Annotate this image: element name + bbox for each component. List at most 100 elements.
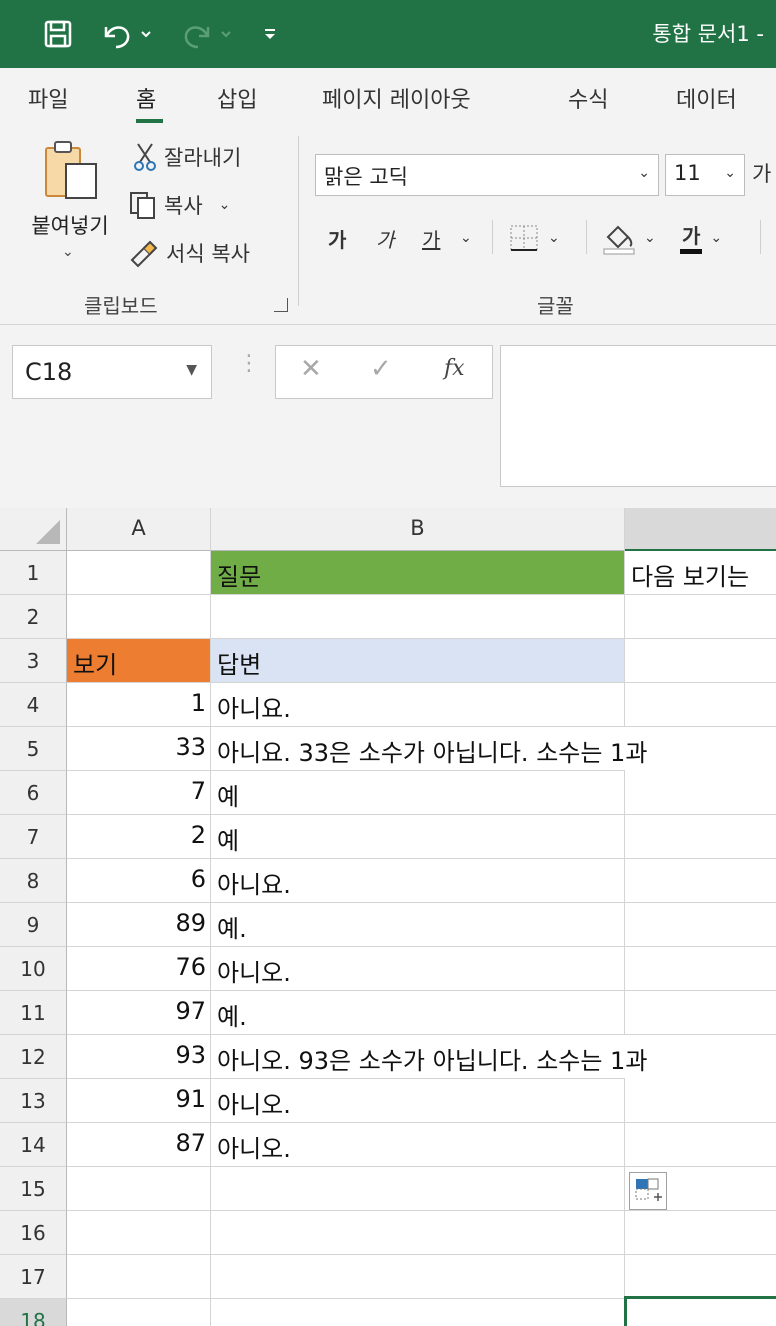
underline-dropdown-chevron-icon[interactable]: ⌄ — [460, 218, 472, 258]
cell-a6[interactable]: 7 — [67, 771, 211, 815]
select-all-button[interactable] — [0, 508, 67, 551]
enter-icon[interactable]: ✓ — [370, 354, 392, 384]
active-cell-c18[interactable] — [624, 1296, 776, 1326]
cell-c8[interactable] — [625, 859, 776, 903]
insert-function-icon[interactable]: fx — [444, 356, 465, 381]
row-header[interactable]: 12 — [0, 1035, 67, 1079]
cell-a2[interactable] — [67, 595, 211, 639]
tab-page-layout[interactable]: 페이지 레이아웃 — [322, 82, 471, 114]
cell-a13[interactable]: 91 — [67, 1079, 211, 1123]
quick-analysis-icon[interactable] — [629, 1172, 667, 1210]
dialog-launcher-icon[interactable] — [274, 298, 288, 312]
cell-c3[interactable] — [625, 639, 776, 683]
row-header[interactable]: 15 — [0, 1167, 67, 1211]
cell-b18[interactable] — [211, 1299, 625, 1326]
cell-c2[interactable] — [625, 595, 776, 639]
cell-a12[interactable]: 93 — [67, 1035, 211, 1079]
row-header[interactable]: 1 — [0, 551, 67, 595]
cut-button[interactable]: 잘라내기 — [132, 142, 241, 172]
save-icon[interactable] — [38, 16, 78, 52]
format-painter-button[interactable]: 서식 복사 — [128, 238, 250, 268]
row-header[interactable]: 5 — [0, 727, 67, 771]
cell-b7[interactable]: 예 — [211, 815, 625, 859]
cell-a11[interactable]: 97 — [67, 991, 211, 1035]
row-header[interactable]: 13 — [0, 1079, 67, 1123]
cell-b6[interactable]: 예 — [211, 771, 625, 815]
cell-a7[interactable]: 2 — [67, 815, 211, 859]
tab-insert[interactable]: 삽입 — [217, 82, 257, 114]
formula-input[interactable] — [500, 345, 776, 487]
cell-a8[interactable]: 6 — [67, 859, 211, 903]
name-box[interactable]: C18 ▼ — [12, 345, 212, 399]
row-header[interactable]: 6 — [0, 771, 67, 815]
cell-a17[interactable] — [67, 1255, 211, 1299]
redo-icon[interactable] — [176, 16, 240, 52]
cell-b12[interactable]: 아니오. 93은 소수가 아닙니다. 소수는 1과 — [211, 1035, 647, 1079]
cell-b13[interactable]: 아니오. — [211, 1079, 625, 1123]
bold-button[interactable]: 가 — [328, 218, 346, 258]
grow-font-button[interactable]: 가 — [752, 158, 771, 188]
copy-button[interactable]: 복사 ⌄ — [128, 190, 230, 220]
tab-data[interactable]: 데이터 — [676, 82, 737, 114]
cell-a3[interactable]: 보기 — [67, 639, 211, 683]
cell-a10[interactable]: 76 — [67, 947, 211, 991]
row-header[interactable]: 9 — [0, 903, 67, 947]
cell-b10[interactable]: 아니오. — [211, 947, 625, 991]
cell-c17[interactable] — [625, 1255, 776, 1299]
splitter-handle-icon[interactable]: ⋮ — [238, 353, 260, 375]
cell-c13[interactable] — [625, 1079, 776, 1123]
cell-b11[interactable]: 예. — [211, 991, 625, 1035]
undo-icon[interactable] — [96, 16, 160, 52]
row-header[interactable]: 11 — [0, 991, 67, 1035]
cell-b2[interactable] — [211, 595, 625, 639]
cell-a5[interactable]: 33 — [67, 727, 211, 771]
row-header[interactable]: 8 — [0, 859, 67, 903]
cell-b16[interactable] — [211, 1211, 625, 1255]
cell-a14[interactable]: 87 — [67, 1123, 211, 1167]
cell-c4[interactable] — [625, 683, 776, 727]
copy-dropdown-chevron-icon[interactable]: ⌄ — [219, 197, 231, 213]
cell-a18[interactable] — [67, 1299, 211, 1326]
tab-formulas[interactable]: 수식 — [568, 82, 608, 114]
tab-home[interactable]: 홈 — [136, 82, 156, 114]
column-header-b[interactable]: B — [211, 508, 625, 551]
cell-c1[interactable]: 다음 보기는 — [625, 551, 776, 595]
tab-file[interactable]: 파일 — [28, 82, 68, 114]
fill-color-button[interactable]: ⌄ — [602, 218, 656, 258]
cell-c16[interactable] — [625, 1211, 776, 1255]
italic-button[interactable]: 가 — [376, 218, 394, 258]
cell-b14[interactable]: 아니오. — [211, 1123, 625, 1167]
cell-a9[interactable]: 89 — [67, 903, 211, 947]
customize-quick-access-icon[interactable] — [256, 16, 284, 52]
row-header[interactable]: 16 — [0, 1211, 67, 1255]
row-header[interactable]: 2 — [0, 595, 67, 639]
row-header[interactable]: 4 — [0, 683, 67, 727]
underline-button[interactable]: 가 — [422, 218, 440, 258]
paste-dropdown-chevron-icon[interactable]: ⌄ — [62, 244, 74, 260]
cell-a16[interactable] — [67, 1211, 211, 1255]
cell-c14[interactable] — [625, 1123, 776, 1167]
row-header[interactable]: 14 — [0, 1123, 67, 1167]
column-header-a[interactable]: A — [67, 508, 211, 551]
borders-button[interactable]: ⌄ — [508, 218, 560, 258]
cell-c7[interactable] — [625, 815, 776, 859]
row-header[interactable]: 10 — [0, 947, 67, 991]
name-box-dropdown-icon[interactable]: ▼ — [186, 362, 197, 378]
cell-c11[interactable] — [625, 991, 776, 1035]
cell-a15[interactable] — [67, 1167, 211, 1211]
cell-c6[interactable] — [625, 771, 776, 815]
cell-b15[interactable] — [211, 1167, 625, 1211]
cancel-icon[interactable]: ✕ — [300, 354, 322, 384]
font-size-select[interactable]: 11 ⌄ — [665, 154, 745, 196]
cell-c9[interactable] — [625, 903, 776, 947]
cell-b17[interactable] — [211, 1255, 625, 1299]
cell-b4[interactable]: 아니요. — [211, 683, 625, 727]
row-header[interactable]: 7 — [0, 815, 67, 859]
font-name-select[interactable]: 맑은 고딕 ⌄ — [315, 154, 659, 196]
cell-b3[interactable]: 답변 — [211, 639, 625, 683]
cell-b1[interactable]: 질문 — [211, 551, 625, 595]
cell-b8[interactable]: 아니요. — [211, 859, 625, 903]
row-header[interactable]: 17 — [0, 1255, 67, 1299]
row-header[interactable]: 18 — [0, 1299, 67, 1326]
column-header-c[interactable] — [625, 508, 776, 551]
